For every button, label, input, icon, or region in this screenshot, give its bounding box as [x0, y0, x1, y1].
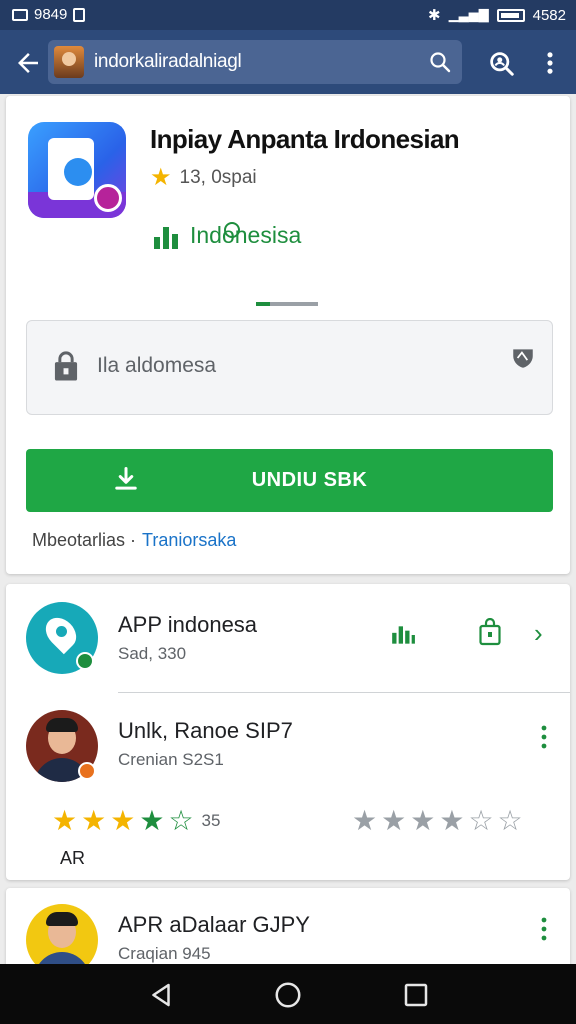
list-item[interactable]: Unlk, Ranoe SIP7 Crenian S2S1 [6, 702, 570, 798]
info-box[interactable]: Ila aldomesa [26, 320, 553, 415]
nav-recent-icon[interactable] [401, 980, 431, 1010]
shopping-bag-icon[interactable] [478, 618, 502, 646]
star-icon: ★ [110, 805, 136, 836]
app-bar: indorkaliradalniagl [0, 30, 576, 94]
image-icon [73, 7, 86, 22]
verified-check-icon [76, 652, 94, 670]
more-vert-icon[interactable] [540, 916, 548, 942]
system-nav-bar [0, 964, 576, 1024]
meta-row: Mbeotarlias · Traniorsaka [32, 530, 236, 551]
developer-link[interactable]: Indonesisa [154, 222, 301, 249]
rating-stars: ★ ★ ★ ★ ☆ 35 [52, 806, 220, 836]
star-outline-icon[interactable]: ☆ [498, 806, 523, 836]
url-bar[interactable]: indorkaliradalniagl [48, 40, 462, 84]
arrow-left-icon [18, 53, 38, 73]
star-outline-icon[interactable]: ☆ [468, 806, 493, 836]
avatar-hair [46, 912, 78, 926]
meta-link[interactable]: Traniorsaka [142, 530, 236, 551]
bluetooth-icon: ✱ [428, 7, 441, 24]
app-rating-value: 13, 0spai [179, 167, 257, 188]
rating-label: AR [60, 848, 86, 868]
status-time-left: 9849 [34, 6, 68, 23]
app-icon-dot [64, 158, 92, 186]
star-icon: ★ [81, 805, 107, 836]
status-dot-icon [78, 762, 96, 780]
star-icon[interactable]: ★ [439, 806, 464, 836]
app-rating: ★ 13, 0spai [150, 166, 257, 190]
more-vert-icon[interactable] [536, 48, 564, 78]
divider [118, 692, 570, 693]
app-icon [28, 122, 126, 218]
star-icon: ★ [139, 805, 165, 836]
status-left: 9849 [12, 6, 86, 23]
rating-count: 35 [201, 811, 221, 830]
list-item-title: Unlk, Ranoe SIP7 [118, 718, 293, 743]
status-bar: 9849 ✱ ▁▃▅▇ 4582 [0, 0, 576, 30]
list-item-subtitle: Sad, 330 [118, 644, 187, 663]
star-icon[interactable]: ★ [381, 806, 406, 836]
signal-icon: ▁▃▅▇ [448, 7, 489, 22]
shield-icon [513, 349, 533, 368]
install-label: UNDIU SBK [251, 469, 368, 491]
status-right: ✱ ▁▃▅▇ 4582 [428, 6, 566, 25]
lock-icon [54, 351, 78, 381]
nav-home-icon[interactable] [273, 980, 303, 1010]
star-icon: ★ [52, 805, 78, 836]
chevron-right-icon[interactable]: › [534, 620, 552, 646]
list-item-subtitle: Crenian S2S1 [118, 750, 224, 769]
list-item-subtitle: Craqian 945 [118, 944, 211, 963]
more-vert-icon[interactable] [540, 724, 548, 750]
developer-bars-icon [154, 227, 180, 249]
app-details-card: Inpiay Anpanta Irdonesian ★ 13, 0spai In… [6, 96, 570, 574]
url-text: indorkaliradalniagl [94, 51, 242, 72]
meta-text: Mbeotarlias · [32, 530, 137, 550]
nav-back-icon[interactable] [146, 980, 176, 1010]
app-title: Inpiay Anpanta Irdonesian [150, 124, 460, 154]
related-list-card: APP indonesa Sad, 330 › Unlk, Ranoe SIP7… [6, 584, 570, 880]
rate-stars[interactable]: ★ ★ ★ ★ ☆ ☆ [352, 806, 523, 836]
status-time-right: 4582 [532, 6, 566, 24]
list-item-title[interactable]: APR aDalaar GJPY [118, 912, 310, 938]
star-icon[interactable]: ★ [410, 806, 435, 836]
star-icon: ★ [150, 164, 172, 191]
search-icon[interactable] [428, 50, 452, 74]
battery-icon [496, 8, 525, 22]
install-button[interactable]: UNDIU SBK [26, 449, 553, 512]
back-button[interactable] [10, 44, 46, 80]
page-indicator [256, 302, 318, 306]
bars-icon[interactable] [390, 622, 416, 648]
list-item-title: APP indonesa [118, 612, 258, 637]
app-icon-badge [94, 184, 122, 212]
site-avatar [54, 46, 84, 78]
developer-name: Indonesisa [190, 222, 302, 248]
avatar-hair [46, 718, 78, 732]
star-outline-icon: ☆ [168, 805, 194, 836]
list-item[interactable]: APP indonesa Sad, 330 › [6, 596, 570, 692]
star-icon[interactable]: ★ [352, 806, 377, 836]
notification-icon [12, 8, 28, 21]
account-search-icon[interactable] [486, 48, 516, 78]
info-box-text: Ila aldomesa [97, 354, 217, 377]
